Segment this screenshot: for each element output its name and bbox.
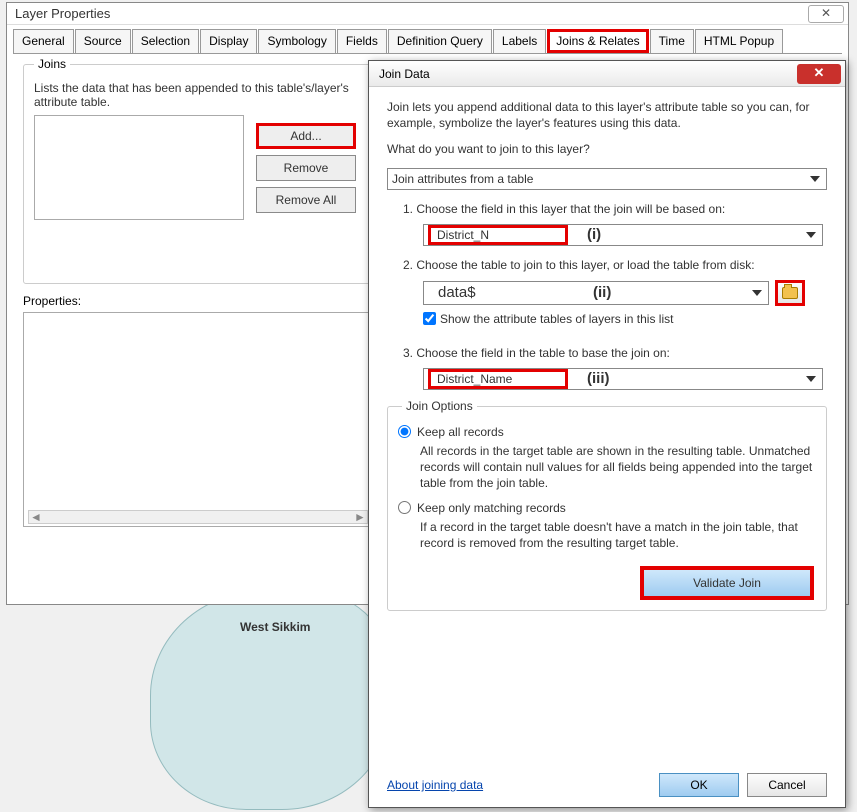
tab-labels[interactable]: Labels <box>493 29 546 53</box>
remove-button[interactable]: Remove <box>256 155 356 181</box>
cancel-button[interactable]: Cancel <box>747 773 827 797</box>
step1-label: 1. Choose the field in this layer that t… <box>403 202 827 216</box>
join-data-titlebar: Join Data ✕ <box>369 61 845 87</box>
join-data-prompt: What do you want to join to this layer? <box>387 141 827 157</box>
show-attribute-tables-label: Show the attribute tables of layers in t… <box>440 312 673 326</box>
ok-button[interactable]: OK <box>659 773 739 797</box>
horizontal-scrollbar[interactable]: ◄ ► <box>28 510 368 524</box>
join-type-value: Join attributes from a table <box>392 172 533 186</box>
join-data-body: Join lets you append additional data to … <box>369 87 845 623</box>
join-data-dialog: Join Data ✕ Join lets you append additio… <box>368 60 846 808</box>
table-field-value: District_Name <box>431 372 565 386</box>
layer-field-value: District_N <box>431 228 565 242</box>
tab-time[interactable]: Time <box>650 29 694 53</box>
tab-source[interactable]: Source <box>75 29 131 53</box>
joins-group: Joins Lists the data that has been appen… <box>23 64 373 284</box>
chevron-down-icon <box>752 290 762 296</box>
tab-strip: General Source Selection Display Symbolo… <box>7 25 848 53</box>
scroll-left-icon[interactable]: ◄ <box>29 510 43 524</box>
table-field-select[interactable]: District_Name <box>423 368 823 390</box>
tab-fields[interactable]: Fields <box>337 29 387 53</box>
chevron-down-icon <box>806 232 816 238</box>
join-options-legend: Join Options <box>402 399 477 413</box>
join-type-select[interactable]: Join attributes from a table <box>387 168 827 190</box>
map-label-west-sikkim: West Sikkim <box>240 620 310 634</box>
step3-label: 3. Choose the field in the table to base… <box>403 346 827 360</box>
keep-all-records-label: Keep all records <box>417 425 504 439</box>
tab-html-popup[interactable]: HTML Popup <box>695 29 783 53</box>
layer-field-select[interactable]: District_N <box>423 224 823 246</box>
annotation-ii: (ii) <box>593 284 611 301</box>
map-background: West Sikkim <box>20 610 390 810</box>
tab-joins-relates[interactable]: Joins & Relates <box>547 29 648 53</box>
joins-legend: Joins <box>34 57 70 71</box>
joins-description: Lists the data that has been appended to… <box>34 81 362 109</box>
tab-symbology[interactable]: Symbology <box>258 29 335 53</box>
close-icon[interactable]: ✕ <box>808 5 844 23</box>
close-icon[interactable]: ✕ <box>797 64 841 84</box>
keep-matching-records-radio[interactable] <box>398 501 411 514</box>
keep-matching-records-desc: If a record in the target table doesn't … <box>420 519 816 551</box>
layer-properties-titlebar: Layer Properties ✕ <box>7 3 848 25</box>
tab-general[interactable]: General <box>13 29 74 53</box>
about-joining-link[interactable]: About joining data <box>387 778 483 792</box>
join-data-title: Join Data <box>379 67 430 81</box>
joins-buttons: Add... Remove Remove All <box>256 123 356 213</box>
tab-display[interactable]: Display <box>200 29 257 53</box>
chevron-down-icon <box>806 376 816 382</box>
keep-all-records-radio[interactable] <box>398 425 411 438</box>
keep-all-records-desc: All records in the target table are show… <box>420 443 816 492</box>
remove-all-button[interactable]: Remove All <box>256 187 356 213</box>
joins-list[interactable] <box>34 115 244 220</box>
scroll-right-icon[interactable]: ► <box>353 510 367 524</box>
step2-label: 2. Choose the table to join to this laye… <box>403 258 827 272</box>
browse-table-button[interactable] <box>775 280 805 306</box>
tab-selection[interactable]: Selection <box>132 29 199 53</box>
show-attribute-tables-checkbox[interactable] <box>423 312 436 325</box>
chevron-down-icon <box>810 176 820 182</box>
layer-properties-title: Layer Properties <box>15 3 110 25</box>
properties-box: ◄ ► <box>23 312 373 527</box>
join-data-footer: About joining data OK Cancel <box>387 773 827 797</box>
folder-icon <box>782 287 798 299</box>
add-button[interactable]: Add... <box>256 123 356 149</box>
keep-matching-records-label: Keep only matching records <box>417 501 566 515</box>
validate-join-button[interactable]: Validate Join <box>640 566 814 600</box>
tab-definition-query[interactable]: Definition Query <box>388 29 492 53</box>
annotation-iii: (iii) <box>587 370 610 387</box>
annotation-i: (i) <box>587 226 601 243</box>
join-options-group: Join Options Keep all records All record… <box>387 406 827 611</box>
join-data-intro: Join lets you append additional data to … <box>387 99 827 131</box>
